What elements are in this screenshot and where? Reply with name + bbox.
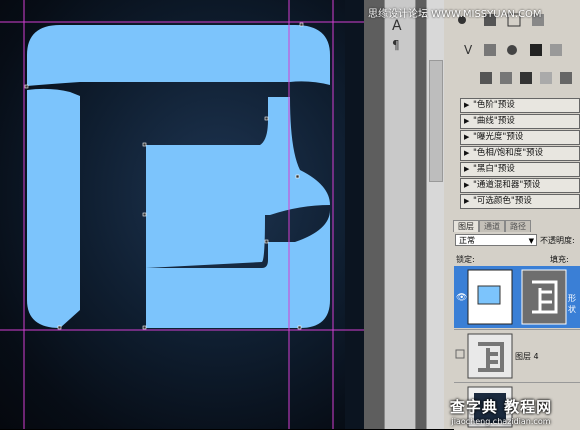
adjustment-icons-row2[interactable]: V (464, 43, 562, 57)
blend-mode-value: 正常 (459, 236, 475, 245)
site-watermark: 查字典 教程网 jiaocheng.chazidian.com (422, 396, 580, 426)
layer-name[interactable]: 形状 (568, 293, 580, 315)
canvas-artwork (0, 0, 364, 429)
preset-label: "通道混和器"预设 (473, 180, 541, 190)
site-url: jiaocheng.chazidian.com (451, 417, 551, 426)
preset-hue-saturation[interactable]: ▶ "色相/饱和度"预设 (460, 146, 580, 161)
layer-row-shape[interactable]: 👁 (454, 266, 580, 328)
preset-exposure[interactable]: ▶ "曝光度"预设 (460, 130, 580, 145)
threshold-icon[interactable] (520, 72, 532, 84)
site-name: 查字典 教程网 (449, 398, 553, 416)
scroll-thumb[interactable] (429, 60, 443, 182)
preset-label: "曲线"预设 (473, 116, 515, 126)
tab-layers[interactable]: 图层 (453, 220, 479, 232)
visibility-eye-icon[interactable]: 👁 (456, 293, 467, 303)
selective-color-icon[interactable] (560, 72, 572, 84)
preset-levels[interactable]: ▶ "色阶"预设 (460, 98, 580, 113)
adjustment-presets-list: ▶ "色阶"预设 ▶ "曲线"预设 ▶ "曝光度"预设 ▶ "色相/饱和度"预设 ▶ "黑… (460, 98, 580, 210)
adjustment-icons-row3[interactable] (480, 72, 572, 84)
color-balance-icon[interactable] (507, 45, 517, 55)
preset-label: "曝光度"预设 (473, 132, 524, 142)
bw-icon[interactable] (530, 44, 542, 56)
preset-label: "可选颜色"预设 (473, 196, 532, 206)
mask-thumbnail (521, 269, 567, 325)
layer-name[interactable]: 图层 4 (515, 351, 539, 362)
panel-scrollbar[interactable] (426, 0, 445, 429)
collapsed-panel-strip: A ¶ (364, 0, 426, 429)
photo-filter-icon[interactable] (550, 44, 562, 56)
vibrance-icon[interactable]: V (464, 43, 473, 57)
preset-curves[interactable]: ▶ "曲线"预设 (460, 114, 580, 129)
layer-thumb-fill (477, 285, 501, 305)
hue-sat-icon[interactable] (484, 44, 496, 56)
forum-watermark: 思缘设计论坛 WWW.MISSYUAN.COM (368, 9, 542, 20)
preset-label: "黑白"预设 (473, 164, 515, 174)
paragraph-panel-icon[interactable]: ¶ (392, 38, 400, 52)
visibility-checkbox[interactable] (455, 349, 465, 359)
preset-selective-color[interactable]: ▶ "可选颜色"预设 (460, 194, 580, 209)
preset-channel-mixer[interactable]: ▶ "通道混和器"预设 (460, 178, 580, 193)
layers-panel-tabs: 图层 通道 路径 (453, 220, 531, 232)
fill-label: 填充: (550, 255, 569, 264)
blend-mode-select[interactable]: 正常 ▼ (455, 234, 537, 246)
character-panel-icon[interactable]: A (392, 18, 402, 34)
chevron-down-icon: ▼ (528, 237, 534, 245)
lock-label: 锁定: (456, 255, 475, 264)
preset-label: "色阶"预设 (473, 100, 515, 110)
posterize-icon[interactable] (500, 72, 512, 84)
preset-label: "色相/饱和度"预设 (473, 148, 544, 158)
invert-icon[interactable] (480, 72, 492, 84)
tab-channels[interactable]: 通道 (479, 220, 505, 232)
opacity-label: 不透明度: (540, 236, 575, 245)
gradient-map-icon[interactable] (540, 72, 552, 84)
logo-shape[interactable] (27, 25, 330, 328)
tab-paths[interactable]: 路径 (505, 220, 531, 232)
preset-black-white[interactable]: ▶ "黑白"预设 (460, 162, 580, 177)
